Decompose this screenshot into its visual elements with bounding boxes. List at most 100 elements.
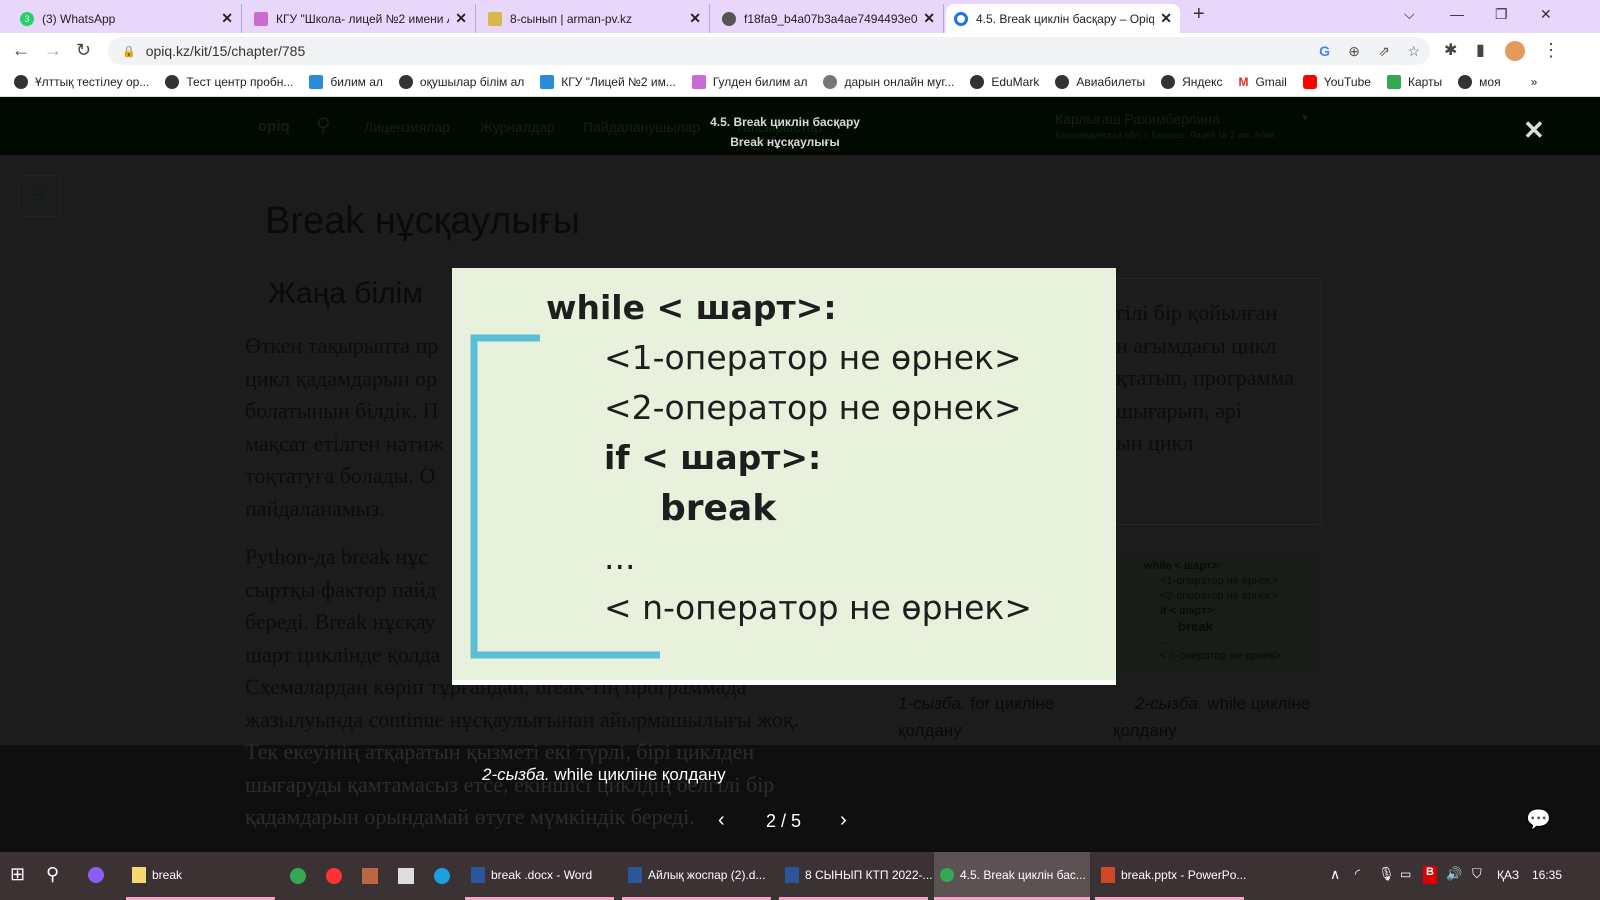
globe-icon [14,75,28,89]
code-line: ... [604,538,636,577]
chevron-down-icon[interactable]: ▼ [1300,113,1310,124]
restore-button[interactable]: ❐ [1495,6,1508,23]
globe-icon [398,75,413,89]
opiq-icon [954,11,968,26]
yandex-icon[interactable] [326,868,342,884]
shield-icon[interactable]: ⛉ [1472,866,1482,882]
language-indicator[interactable]: ҚАЗ [1497,868,1519,882]
globe-icon [970,75,985,89]
network-icon[interactable]: ◜ [1355,866,1360,882]
new-tab-button[interactable]: + [1193,3,1205,26]
feather-icon [823,75,838,89]
user-name[interactable]: Карлығаш Рахимберлина [1055,111,1220,127]
battery-icon[interactable]: ▭ [1400,867,1411,881]
windows-start-icon[interactable]: ⊞ [10,864,25,885]
google-icon[interactable]: G [1319,43,1330,59]
microphone-icon[interactable]: 🎙 [1378,866,1395,882]
taskbar-item-active[interactable]: 4.5. Break циклін бас... [934,852,1090,900]
bookmark[interactable]: EduMark [970,75,1039,89]
tab-search-chevron-icon[interactable]: ⌵ [1404,6,1415,23]
bookmark[interactable]: билим ал [309,75,383,89]
close-tab-icon[interactable]: ✕ [923,10,935,27]
back-icon[interactable]: ← [12,40,30,61]
chrome-icon[interactable] [290,868,306,884]
bookmark[interactable]: Авиабилеты [1055,75,1145,89]
lightbox-section: Break нұсқаулығы [730,135,840,149]
edge-icon[interactable] [434,868,450,884]
globe-icon [165,75,180,89]
taskbar-item[interactable]: break [126,852,275,900]
figure-2-thumbnail[interactable]: while < шарт>: <1-оператор не өрнек> <2-… [1116,555,1318,673]
bookmark[interactable]: Яндекс [1161,75,1222,89]
bilim-icon [540,75,555,89]
bookmark[interactable]: Гулден билим ал [691,75,807,89]
bookmark[interactable]: КГУ "Лицей №2 им... [540,75,676,89]
logo[interactable]: opiq [258,118,290,135]
close-lightbox-button[interactable]: ✕ [1523,115,1545,146]
next-image-button[interactable]: › [840,809,847,832]
folder-icon [132,866,146,883]
globe-icon [722,11,736,26]
share-icon[interactable]: ⇗ [1378,43,1390,60]
antivirus-icon[interactable]: B [1423,866,1437,884]
taskbar-item[interactable]: 8 СЫНЫП КТП 2022-... [779,852,933,900]
volume-icon[interactable]: 🔊 [1446,866,1462,882]
bookmark[interactable]: Ұлттық тестілеу ор... [14,75,149,89]
comment-icon[interactable]: 💬 [1526,807,1551,832]
app-icon[interactable] [398,868,414,884]
whatsapp-icon: 3 [20,11,34,26]
globe-icon [1161,75,1176,89]
bookmark[interactable]: моя [1458,75,1501,89]
site-icon [254,11,268,26]
alice-icon[interactable] [88,867,104,883]
tab-strip: 3 (3) WhatsApp ✕ КГУ "Школа- лицей №2 имен… [0,0,1600,33]
minimize-button[interactable]: — [1450,6,1464,22]
word-icon [471,866,485,883]
taskbar-item[interactable]: break .docx - Word [465,852,614,900]
search-icon[interactable]: ⚲ [316,113,331,138]
globe-icon [1458,75,1473,89]
search-icon[interactable]: ⚲ [46,864,59,885]
tab-arman[interactable]: 8-сынып | arman-pv.kz ✕ [480,4,710,33]
tab-file[interactable]: f18fa9_b4a07b3a4ae7494493e0b ✕ [714,4,944,33]
bookmark[interactable]: Карты [1386,75,1442,89]
info-box: гілі бір қойылған н ағымдағы цикл қтатып, … [1080,278,1322,525]
nav-licenses[interactable]: Лицензиялар [364,119,450,135]
taskbar-item[interactable]: Айлық жоспар (2).d... [622,852,771,900]
close-window-button[interactable]: ✕ [1540,6,1552,23]
close-tab-icon[interactable]: ✕ [689,10,701,27]
tab-whatsapp[interactable]: 3 (3) WhatsApp ✕ [12,4,242,33]
nav-journals[interactable]: Журналдар [480,119,555,135]
tab-opiq-active[interactable]: 4.5. Break циклін басқару – Opiq ✕ [946,4,1180,33]
youtube-icon [1302,75,1317,89]
prev-image-button[interactable]: ‹ [718,809,725,832]
side-panel-icon[interactable]: ▮ [1476,40,1485,60]
code-line: <2-оператор не өрнек> [604,388,1022,427]
bookmark[interactable]: YouTube [1302,75,1371,89]
word-icon [628,866,642,883]
reload-icon[interactable]: ↻ [76,40,91,61]
bookmark[interactable]: M Gmail [1238,75,1286,89]
image-counter: 2 / 5 [766,811,802,831]
winrar-icon[interactable] [362,868,378,884]
forward-icon[interactable]: → [44,40,62,61]
extensions-icon[interactable]: ✱ [1444,40,1457,60]
menu-icon[interactable]: ⋮ [1542,40,1560,61]
address-bar[interactable]: 🔒 opiq.kz/kit/15/chapter/785 G ⊕ ⇗ ☆ [108,37,1430,65]
close-tab-icon[interactable]: ✕ [455,10,467,27]
bookmark[interactable]: Тест центр пробн... [165,75,293,89]
maps-icon [1386,75,1401,89]
tray-chevron-icon[interactable]: ∧ [1330,866,1340,883]
bookmark[interactable]: дарын онлайн муг... [823,75,954,89]
star-icon[interactable]: ☆ [1407,43,1420,60]
clock[interactable]: 16:35 [1532,868,1562,882]
avatar[interactable] [1505,41,1525,61]
toc-icon[interactable]: ☰ [18,175,60,217]
taskbar-item[interactable]: break.pptx - PowerPo... [1095,852,1246,900]
more-bookmarks-icon[interactable]: » [1531,75,1538,89]
tab-school[interactable]: КГУ "Школа- лицей №2 имени А ✕ [246,4,476,33]
zoom-icon[interactable]: ⊕ [1348,43,1360,60]
close-tab-icon[interactable]: ✕ [1160,10,1172,27]
close-tab-icon[interactable]: ✕ [221,10,233,27]
bookmark[interactable]: оқушылар білім ал [398,75,524,89]
